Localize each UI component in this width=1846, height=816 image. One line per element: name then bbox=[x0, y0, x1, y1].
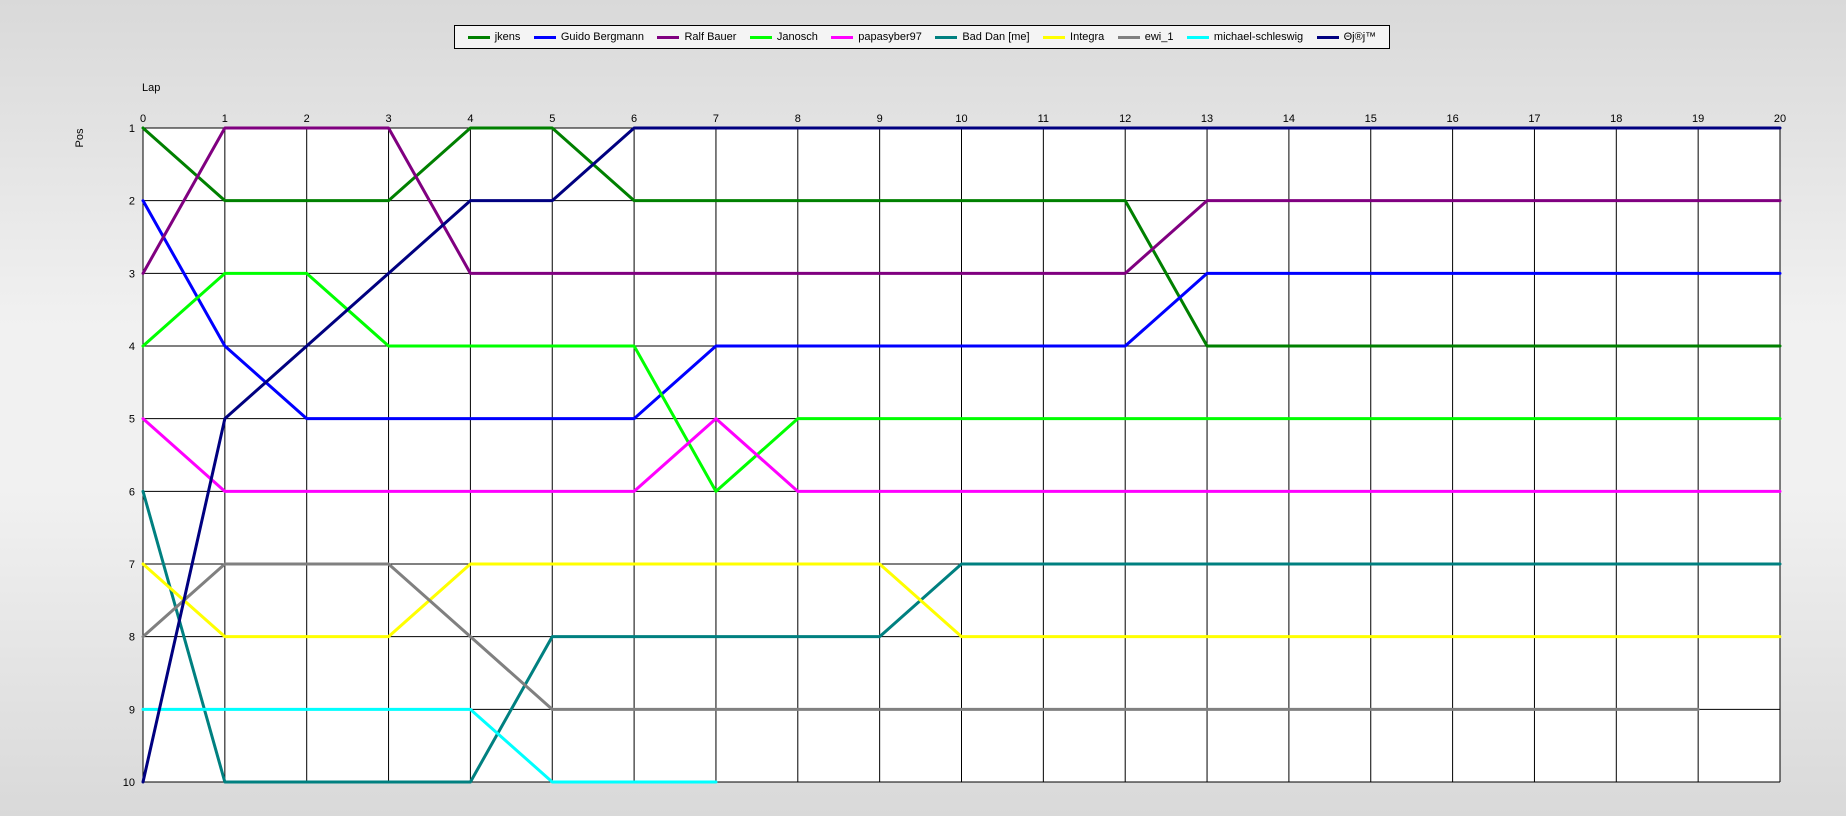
position-chart: 0 1 2 3 4 5 6 7 8 9 10 11 12 13 14 15 16 17 18 19 2012345678… bbox=[74, 82, 1786, 789]
x-tick-label: 14 bbox=[1283, 113, 1295, 125]
x-tick-label: 0 bbox=[140, 113, 146, 125]
x-tick-label: 11 bbox=[1038, 113, 1049, 125]
x-tick-label: 19 bbox=[1692, 113, 1704, 125]
y-tick-label: 6 bbox=[129, 486, 135, 498]
x-tick-label: 16 bbox=[1446, 113, 1458, 125]
x-tick-label: 7 bbox=[713, 113, 719, 125]
x-tick-label: 17 bbox=[1528, 113, 1540, 125]
y-tick-label: 1 bbox=[129, 123, 135, 135]
y-tick-label: 2 bbox=[129, 196, 135, 208]
x-tick-label: 2 bbox=[304, 113, 310, 125]
x-tick-label: 3 bbox=[385, 113, 391, 125]
x-tick-label: 18 bbox=[1610, 113, 1622, 125]
y-tick-label: 9 bbox=[129, 704, 135, 716]
y-tick-label: 10 bbox=[123, 777, 135, 789]
y-axis-label: Pos bbox=[74, 128, 86, 147]
y-tick-label: 7 bbox=[129, 559, 135, 571]
x-tick-label: 12 bbox=[1119, 113, 1131, 125]
grid bbox=[142, 127, 1781, 783]
x-tick-label: 15 bbox=[1365, 113, 1377, 125]
x-tick-label: 5 bbox=[549, 113, 555, 125]
y-tick-label: 4 bbox=[129, 341, 135, 353]
x-tick-label: 9 bbox=[877, 113, 883, 125]
x-tick-label: 8 bbox=[795, 113, 801, 125]
y-tick-label: 3 bbox=[129, 268, 135, 280]
x-tick-label: 1 bbox=[222, 113, 228, 125]
x-tick-label: 6 bbox=[631, 113, 637, 125]
y-tick-label: 5 bbox=[129, 414, 135, 426]
x-tick-label: 4 bbox=[467, 113, 473, 125]
x-tick-label: 13 bbox=[1201, 113, 1213, 125]
x-tick-label: 10 bbox=[955, 113, 967, 125]
x-tick-label: 20 bbox=[1774, 113, 1786, 125]
x-axis-label: Lap bbox=[142, 82, 160, 94]
y-tick-label: 8 bbox=[129, 632, 135, 644]
